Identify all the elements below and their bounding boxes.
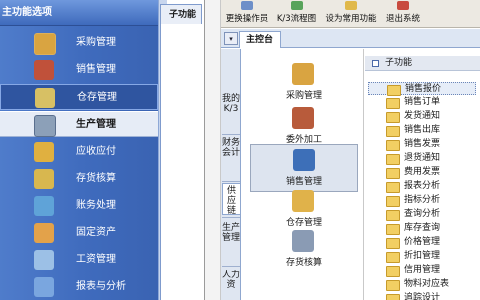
menu-item-fixed-assets[interactable]: 固定资产 [0, 220, 158, 246]
flowchart-icon [290, 1, 303, 10]
folder-icon [386, 140, 400, 151]
folder-icon [386, 126, 400, 137]
favorite-icon [345, 1, 357, 10]
inventory-calc-icon [292, 230, 314, 252]
receivable-icon [34, 142, 54, 162]
folder-icon [386, 182, 400, 193]
menu-item-inventory[interactable]: 存货核算 [0, 166, 158, 192]
flowchart-button[interactable]: K/3流程图 [273, 0, 320, 28]
vtab-my-k3[interactable]: 我的K/3 [222, 94, 240, 134]
list-item[interactable]: 销售报价 [368, 82, 476, 96]
list-item[interactable]: 查询分析 [368, 208, 476, 221]
menu-item-sales[interactable]: 销售管理 [0, 57, 158, 83]
window-divider [204, 0, 221, 300]
warehouse-icon [35, 88, 55, 108]
vtab-separator [222, 134, 240, 135]
menu-item-payroll[interactable]: 工资管理 [0, 247, 158, 273]
list-item[interactable]: 报表分析 [368, 180, 476, 193]
tab-main-console[interactable]: 主控台 [239, 31, 281, 48]
report-icon [34, 277, 54, 297]
list-item[interactable]: 退货通知 [368, 152, 476, 165]
production-icon [34, 115, 56, 137]
folder-icon [386, 280, 400, 291]
sub-function-strip [160, 24, 204, 300]
list-item[interactable]: 信用管理 [368, 264, 476, 277]
list-item[interactable]: 库存查询 [368, 222, 476, 235]
folder-icon [386, 224, 400, 235]
purchase-icon [34, 33, 56, 55]
folder-icon [386, 196, 400, 207]
folder-icon [387, 85, 401, 96]
list-item[interactable]: 销售发票 [368, 138, 476, 151]
exit-icon [397, 1, 409, 10]
outsourcing-icon [292, 107, 314, 129]
list-item[interactable]: 费用发票 [368, 166, 476, 179]
sales-icon [34, 60, 54, 80]
folder-icon [386, 294, 400, 300]
module-sales[interactable]: 销售管理 [250, 144, 358, 192]
payroll-icon [34, 250, 54, 270]
sales-truck-icon [293, 149, 315, 171]
vtab-hr[interactable]: 人力资 [222, 270, 240, 300]
folder-icon [386, 112, 400, 123]
folder-icon [386, 238, 400, 249]
menu-item-purchase[interactable]: 采购管理 [0, 30, 158, 56]
list-item[interactable]: 追踪设计 [368, 292, 476, 300]
exit-system-button[interactable]: 退出系统 [382, 0, 424, 28]
folder-icon [386, 168, 400, 179]
menu-item-warehouse[interactable]: 仓存管理 [0, 84, 158, 110]
list-item[interactable]: 物料对应表 [368, 278, 476, 291]
menu-item-production[interactable]: 生产管理 [0, 111, 158, 137]
vtab-production[interactable]: 生产管理 [222, 223, 240, 265]
vtab-separator [222, 217, 240, 218]
folder-icon [386, 266, 400, 277]
tab-sub-functions-left[interactable]: 子功能 [160, 4, 202, 24]
user-switch-icon [241, 1, 253, 10]
inventory-icon [34, 169, 54, 189]
fixed-assets-icon [34, 223, 54, 243]
tab-menu-button[interactable]: ▾ [224, 32, 238, 45]
accounting-icon [34, 196, 54, 216]
list-item[interactable]: 销售订单 [368, 96, 476, 109]
main-menu-title: 主功能选项 [0, 0, 158, 26]
purchase-icon [292, 63, 314, 85]
vtab-separator [222, 266, 240, 267]
vtab-supply-chain[interactable]: 供应链 [222, 183, 240, 216]
list-item[interactable]: 指标分析 [368, 194, 476, 207]
folder-icon [386, 154, 400, 165]
menu-item-report[interactable]: 报表与分析 [0, 274, 158, 300]
menu-item-accounting[interactable]: 账务处理 [0, 193, 158, 219]
module-purchase[interactable]: 采购管理 [250, 59, 358, 107]
module-inventory[interactable]: 存货核算 [250, 226, 358, 274]
vtab-finance[interactable]: 财务会计 [222, 138, 240, 180]
collapse-icon[interactable] [372, 60, 379, 67]
warehouse-house-icon [292, 190, 314, 212]
set-favorite-button[interactable]: 设为常用功能 [320, 0, 382, 28]
folder-icon [386, 252, 400, 263]
list-item[interactable]: 发货通知 [368, 110, 476, 123]
list-item[interactable]: 价格管理 [368, 236, 476, 249]
menu-item-receivable[interactable]: 应收应付 [0, 139, 158, 165]
list-item[interactable]: 折扣管理 [368, 250, 476, 263]
folder-icon [386, 98, 400, 109]
list-item[interactable]: 销售出库 [368, 124, 476, 137]
sub-function-header: 子功能 [365, 56, 480, 71]
switch-operator-button[interactable]: 更换操作员 [221, 0, 273, 28]
vtab-separator [222, 181, 240, 182]
folder-icon [386, 210, 400, 221]
